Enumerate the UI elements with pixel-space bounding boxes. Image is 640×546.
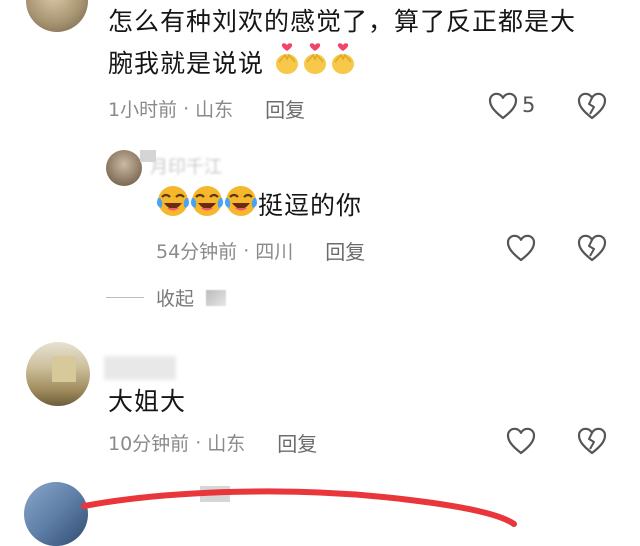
heart-icon	[488, 92, 518, 120]
like-button[interactable]	[488, 92, 518, 124]
dislike-button[interactable]	[577, 427, 607, 459]
comment-meta: 10分钟前 · 山东 回复	[108, 428, 317, 457]
broken-heart-icon	[577, 427, 607, 455]
collapse-replies-button[interactable]: 收起	[106, 284, 227, 311]
red-annotation-stroke	[81, 488, 517, 527]
like-count: 5	[522, 93, 536, 117]
laughing-crying-emoji-icon	[224, 184, 258, 230]
avatar[interactable]	[106, 150, 142, 186]
comment-meta: 1小时前 · 山东 回复	[108, 94, 305, 123]
reply-button[interactable]: 回复	[325, 236, 365, 265]
broken-heart-icon	[577, 234, 607, 262]
collapse-divider	[106, 297, 144, 298]
heart-hands-emoji-icon	[301, 42, 329, 88]
like-button[interactable]	[506, 234, 536, 266]
comment-body: 大姐大	[108, 387, 187, 416]
separator-dot: ·	[195, 431, 202, 454]
reply-button[interactable]: 回复	[265, 94, 305, 123]
separator-dot: ·	[183, 97, 190, 120]
comment-location: 山东	[207, 433, 246, 455]
reply-comment-text: 挺逗的你	[156, 184, 362, 230]
separator-dot: ·	[243, 239, 250, 262]
pixel-mosaic	[140, 150, 156, 162]
avatar[interactable]	[24, 482, 88, 546]
heart-hands-emoji-icon	[273, 42, 301, 88]
comment-line-2: 腕我就是说说	[108, 49, 265, 78]
laughing-crying-emoji-icon	[190, 184, 224, 230]
heart-icon	[506, 234, 536, 262]
comment-line-1: 怎么有种刘欢的感觉了，算了反正都是大	[108, 7, 577, 36]
heart-hands-emoji-icon	[329, 42, 357, 88]
comment-time: 1小时前	[108, 99, 178, 121]
pixel-mosaic	[104, 356, 176, 380]
collapse-label: 收起	[156, 288, 195, 310]
pixel-mosaic	[52, 356, 76, 382]
comment-time: 10分钟前	[108, 433, 190, 455]
comment-text: 怎么有种刘欢的感觉了，算了反正都是大 腕我就是说说	[108, 2, 576, 88]
like-button[interactable]	[506, 427, 536, 459]
laughing-crying-emoji-icon	[156, 184, 190, 230]
username[interactable]: 月印千江	[150, 153, 222, 179]
chevron-up-icon	[206, 289, 227, 306]
dislike-button[interactable]	[577, 234, 607, 266]
comment-text: 大姐大	[108, 382, 186, 422]
comment-time: 54分钟前	[156, 241, 238, 263]
dislike-button[interactable]	[577, 92, 607, 124]
reply-text: 挺逗的你	[258, 191, 363, 220]
avatar[interactable]	[26, 0, 88, 32]
comment-location: 山东	[195, 99, 234, 121]
broken-heart-icon	[577, 92, 607, 120]
comment-location: 四川	[255, 241, 294, 263]
heart-icon	[506, 427, 536, 455]
reply-button[interactable]: 回复	[277, 428, 317, 457]
comment-meta: 54分钟前 · 四川 回复	[156, 236, 365, 265]
